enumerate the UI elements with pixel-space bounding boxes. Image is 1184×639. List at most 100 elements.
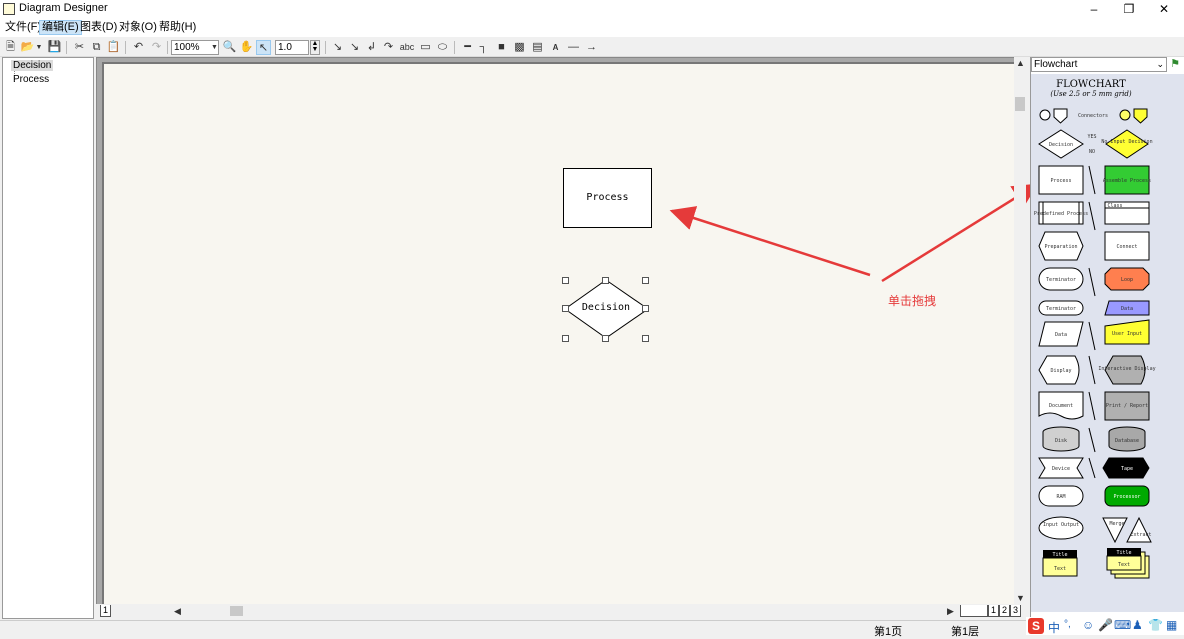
page-tab-1b[interactable]: 1 bbox=[988, 605, 1000, 617]
align-top-icon[interactable]: ■ bbox=[494, 40, 509, 55]
line-color-icon[interactable]: ▤ bbox=[530, 40, 545, 55]
selection-handle[interactable] bbox=[562, 335, 569, 342]
fill-color-icon[interactable]: ▩ bbox=[512, 40, 527, 55]
scroll-left-icon[interactable]: ◀ bbox=[174, 606, 181, 617]
user-icon[interactable]: ♟ bbox=[1132, 618, 1143, 632]
save-icon[interactable]: 💾 bbox=[47, 40, 62, 55]
selection-handle[interactable] bbox=[602, 277, 609, 284]
microphone-icon[interactable]: 🎤 bbox=[1098, 618, 1113, 632]
scroll-right-icon[interactable]: ▶ bbox=[947, 606, 954, 617]
ime-lang-toggle[interactable]: 中 bbox=[1048, 619, 1060, 636]
lib-class: Class bbox=[1107, 203, 1122, 209]
menu-object[interactable]: 对象(O) bbox=[117, 20, 159, 35]
lib-print-report: Print / Report bbox=[1106, 403, 1148, 409]
toolbar-separator bbox=[325, 41, 326, 54]
lib-interactive-display: Interactive Display bbox=[1098, 366, 1155, 372]
menu-file[interactable]: 文件(F) bbox=[3, 20, 43, 35]
status-page: 第1页 bbox=[874, 626, 903, 638]
title-bar: Diagram Designer – ❐ ✕ bbox=[0, 0, 1184, 18]
select-pointer-icon[interactable]: ↖ bbox=[256, 40, 271, 55]
tree-item-process[interactable]: Process bbox=[11, 74, 51, 85]
text-tool-icon[interactable]: abc bbox=[398, 40, 416, 55]
curve-tool-icon[interactable]: ↷ bbox=[381, 40, 396, 55]
lib-tape: Tape bbox=[1121, 466, 1133, 472]
ime-logo-icon[interactable]: S bbox=[1028, 618, 1044, 634]
tools-grid-icon[interactable]: ▦ bbox=[1166, 618, 1177, 632]
selection-handle[interactable] bbox=[642, 277, 649, 284]
drag-annotation: 单击拖拽 bbox=[888, 294, 937, 308]
undo-icon[interactable]: ↶ bbox=[131, 40, 146, 55]
vertical-scrollbar[interactable] bbox=[1014, 57, 1026, 604]
lib-device: Device bbox=[1052, 466, 1070, 472]
selection-handle[interactable] bbox=[642, 335, 649, 342]
ellipse-tool-icon[interactable]: ⬭ bbox=[435, 40, 450, 55]
scroll-down-icon[interactable]: ▼ bbox=[1016, 593, 1025, 603]
lib-process: Process bbox=[1050, 178, 1071, 184]
open-folder-icon[interactable]: 📂 bbox=[20, 40, 35, 55]
lib-loop: Loop bbox=[1121, 277, 1133, 283]
line-width-input[interactable]: 1.0 bbox=[275, 40, 309, 55]
line-width-spinner[interactable]: ▲ ▼ bbox=[310, 40, 320, 55]
toolbar: 🗎 📂 ▼ 💾 ✂ ⧉ 📋 ↶ ↷ 100% ▼ 🔍 ✋ ↖ 1.0 ▲ ▼ ↘ … bbox=[0, 38, 1184, 57]
arrow-end-icon[interactable]: → bbox=[584, 40, 599, 55]
lib-extract: Extract bbox=[1130, 532, 1151, 538]
library-shapes[interactable]: Connectors Decision YES NO No-Input Deci… bbox=[1031, 100, 1159, 590]
library-select[interactable]: Flowchart ⌄ bbox=[1031, 57, 1167, 72]
page-tab-1[interactable]: 1 bbox=[100, 605, 112, 617]
selection-handle[interactable] bbox=[602, 335, 609, 342]
lib-no-input-decision: No-Input Decision bbox=[1101, 139, 1152, 145]
font-color-icon[interactable]: A bbox=[548, 40, 563, 55]
line-end-icon[interactable]: — bbox=[566, 40, 581, 55]
chevron-down-icon: ⌄ bbox=[1156, 59, 1164, 69]
page-tab-blank[interactable] bbox=[960, 605, 988, 617]
lib-document: Document bbox=[1049, 403, 1073, 409]
library-title: FLOWCHART bbox=[1056, 79, 1126, 90]
selection-handle[interactable] bbox=[562, 305, 569, 312]
close-button[interactable]: ✕ bbox=[1146, 0, 1182, 18]
new-file-icon[interactable]: 🗎 bbox=[3, 40, 18, 55]
ime-punct-toggle[interactable]: °, bbox=[1064, 619, 1071, 630]
vertical-scroll-thumb[interactable] bbox=[1015, 97, 1025, 111]
open-dropdown-icon[interactable]: ▼ bbox=[35, 40, 43, 55]
lib-connectors: Connectors bbox=[1078, 113, 1108, 119]
page-tab-2[interactable]: 2 bbox=[999, 605, 1011, 617]
toolbar-separator bbox=[66, 41, 67, 54]
tree-item-decision[interactable]: Decision bbox=[11, 60, 54, 71]
lib-yes: YES bbox=[1087, 134, 1096, 140]
keyboard-icon[interactable]: ⌨ bbox=[1114, 618, 1131, 632]
minimize-button[interactable]: – bbox=[1076, 0, 1112, 18]
page-tab-3[interactable]: 3 bbox=[1010, 605, 1022, 617]
library-open-icon[interactable]: ⚑ bbox=[1168, 57, 1182, 72]
menu-help[interactable]: 帮助(H) bbox=[157, 20, 198, 35]
elbow-line-tool-icon[interactable]: ↲ bbox=[364, 40, 379, 55]
line-corner-icon[interactable]: ┐ bbox=[476, 40, 491, 55]
rectangle-tool-icon[interactable]: ▭ bbox=[418, 40, 433, 55]
pan-hand-icon[interactable]: ✋ bbox=[239, 40, 254, 55]
selection-handle[interactable] bbox=[562, 277, 569, 284]
library-subtitle: (Use 2.5 or 5 mm grid) bbox=[1050, 90, 1132, 98]
arrow-line-tool-icon[interactable]: ↘ bbox=[347, 40, 362, 55]
lib-processor: Processor bbox=[1113, 494, 1140, 500]
lib-assemble-process: Assemble Process bbox=[1103, 178, 1151, 184]
maximize-button[interactable]: ❐ bbox=[1111, 0, 1147, 18]
copy-icon[interactable]: ⧉ bbox=[89, 40, 104, 55]
lib-input-output: Input Output bbox=[1043, 522, 1079, 528]
drawing-page[interactable] bbox=[104, 64, 1014, 606]
cut-icon[interactable]: ✂ bbox=[72, 40, 87, 55]
line-style-icon[interactable]: ━ bbox=[460, 40, 475, 55]
skin-icon[interactable]: 👕 bbox=[1148, 618, 1163, 632]
window-title: Diagram Designer bbox=[19, 2, 108, 14]
selection-handle[interactable] bbox=[642, 305, 649, 312]
emoji-icon[interactable]: ☺ bbox=[1082, 618, 1094, 632]
zoom-dropdown-icon[interactable]: ▼ bbox=[207, 40, 222, 55]
zoom-tool-icon[interactable]: 🔍 bbox=[222, 40, 237, 55]
line-tool-icon[interactable]: ↘ bbox=[330, 40, 345, 55]
lib-ram: RAM bbox=[1056, 494, 1065, 500]
paste-icon[interactable]: 📋 bbox=[106, 40, 121, 55]
menu-diagram[interactable]: 图表(D) bbox=[78, 20, 119, 35]
menu-edit[interactable]: 编辑(E) bbox=[39, 20, 82, 35]
process-shape[interactable]: Process bbox=[563, 168, 652, 228]
scroll-up-icon[interactable]: ▲ bbox=[1016, 58, 1025, 68]
horizontal-scroll-thumb[interactable] bbox=[230, 606, 243, 616]
redo-icon[interactable]: ↷ bbox=[149, 40, 164, 55]
